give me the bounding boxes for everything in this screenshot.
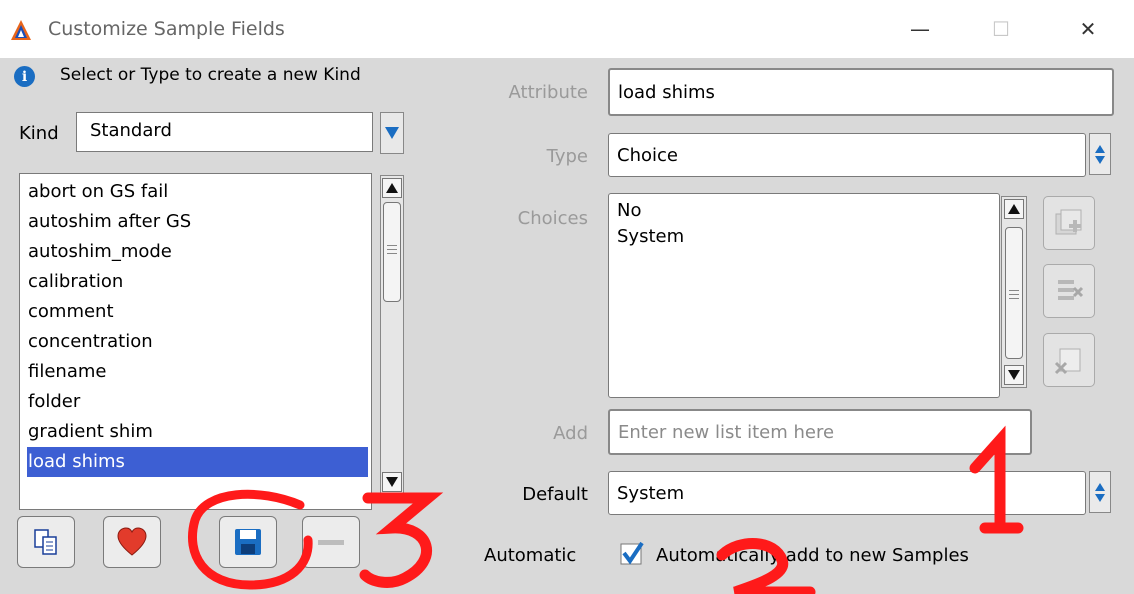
favorite-button[interactable] — [103, 516, 161, 568]
default-select[interactable]: System — [608, 471, 1086, 515]
arrow-down-icon — [1008, 370, 1020, 380]
automatic-checkbox[interactable] — [620, 541, 644, 565]
scroll-thumb[interactable] — [1005, 227, 1023, 359]
clear-choice-button[interactable] — [1043, 333, 1095, 387]
app-icon — [11, 20, 31, 40]
info-text: Select or Type to create a new Kind — [60, 65, 361, 85]
kind-value[interactable]: Standard — [90, 120, 172, 141]
list-item[interactable]: load shims — [27, 447, 368, 477]
remove-button[interactable] — [302, 516, 360, 568]
heart-icon — [117, 527, 147, 556]
list-item[interactable]: System — [617, 226, 684, 252]
list-item[interactable]: autoshim after GS — [27, 207, 368, 237]
info-icon: i — [14, 66, 35, 87]
add-choice-icon — [1055, 209, 1082, 235]
minus-icon — [318, 540, 344, 545]
list-item[interactable]: filename — [27, 357, 368, 387]
list-item[interactable]: folder — [27, 387, 368, 417]
type-select-spinner[interactable] — [1089, 133, 1111, 175]
arrow-up-icon — [386, 183, 398, 193]
attribute-list-scrollbar[interactable] — [380, 175, 404, 495]
copy-icon — [34, 529, 57, 555]
type-label: Type — [546, 146, 588, 167]
choices-list[interactable]: No System — [608, 193, 1000, 398]
add-item-input[interactable]: Enter new list item here — [608, 409, 1032, 455]
clear-choice-icon — [1054, 348, 1081, 375]
scroll-thumb[interactable] — [383, 202, 401, 302]
kind-label: Kind — [19, 123, 59, 144]
remove-choice-icon — [1058, 280, 1084, 300]
automatic-checkbox-label[interactable]: Automatically add to new Samples — [656, 545, 969, 566]
choices-scrollbar[interactable] — [1001, 196, 1027, 388]
list-item[interactable]: abort on GS fail — [27, 177, 368, 207]
list-item[interactable]: concentration — [27, 327, 368, 357]
list-item[interactable]: gradient shim — [27, 417, 368, 447]
attribute-label: Attribute — [508, 82, 588, 103]
chevron-down-icon — [385, 127, 399, 139]
add-choice-button[interactable] — [1043, 196, 1095, 250]
copy-button[interactable] — [17, 516, 75, 568]
maximize-button[interactable]: ☐ — [978, 10, 1024, 48]
automatic-label: Automatic — [484, 545, 577, 566]
annotation-number-3 — [359, 492, 444, 588]
save-icon — [235, 529, 261, 555]
default-select-spinner[interactable] — [1089, 471, 1111, 513]
close-button[interactable]: ✕ — [1065, 10, 1111, 48]
arrow-up-icon — [1008, 204, 1020, 214]
save-button[interactable] — [219, 516, 277, 568]
arrow-down-icon — [386, 477, 398, 487]
list-item[interactable]: comment — [27, 297, 368, 327]
scroll-down-button[interactable] — [1004, 365, 1024, 385]
list-item[interactable]: No — [617, 200, 641, 226]
kind-dropdown-button[interactable] — [380, 112, 404, 154]
scroll-up-button[interactable] — [382, 178, 402, 198]
attribute-list[interactable]: abort on GS fail autoshim after GS autoshi… — [19, 173, 372, 510]
scroll-up-button[interactable] — [1004, 199, 1024, 219]
list-item[interactable]: calibration — [27, 267, 368, 297]
attribute-input[interactable]: load shims — [608, 68, 1114, 116]
minimize-button[interactable]: — — [897, 10, 943, 48]
default-label: Default — [522, 484, 588, 505]
list-item[interactable]: autoshim_mode — [27, 237, 368, 267]
scroll-down-button[interactable] — [382, 472, 402, 492]
type-select[interactable]: Choice — [608, 133, 1086, 177]
add-label: Add — [553, 423, 588, 444]
remove-choice-button[interactable] — [1043, 264, 1095, 318]
window-title: Customize Sample Fields — [48, 18, 285, 40]
choices-label: Choices — [517, 208, 588, 229]
